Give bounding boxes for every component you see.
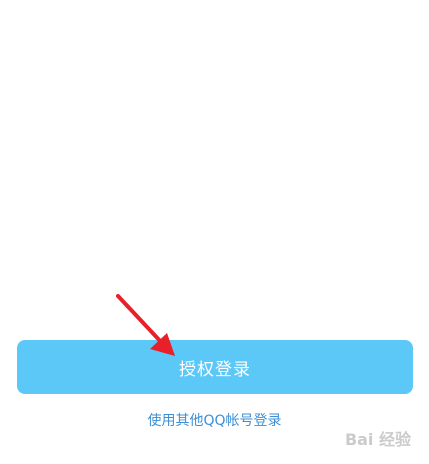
login-authorize-screen: 授权登录 使用其他QQ帐号登录 Bai 经验 bbox=[0, 0, 429, 464]
authorize-login-button[interactable]: 授权登录 bbox=[17, 340, 413, 394]
other-qq-account-login-link[interactable]: 使用其他QQ帐号登录 bbox=[0, 410, 429, 430]
red-arrow-annotation bbox=[116, 294, 175, 356]
